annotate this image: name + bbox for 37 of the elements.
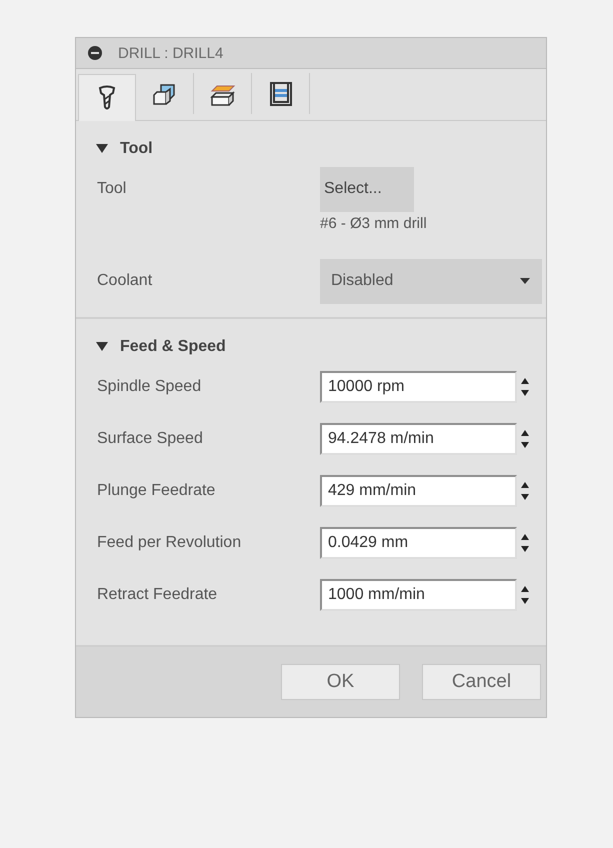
caret-icon (520, 278, 530, 284)
field-label: Plunge Feedrate (97, 482, 216, 500)
coolant-dropdown[interactable]: Disabled (320, 258, 542, 304)
spin-down-icon[interactable] (521, 442, 529, 448)
section-title: Feed & Speed (120, 338, 226, 356)
field-label: Coolant (97, 272, 154, 290)
expanded-triangle-icon[interactable] (96, 342, 108, 352)
spin-down-icon[interactable] (521, 494, 529, 500)
number-field[interactable]: 429 mm/min (320, 475, 517, 507)
tab[interactable] (78, 74, 136, 121)
spin-up-icon[interactable] (521, 482, 529, 488)
collapse-icon[interactable] (88, 46, 102, 60)
number-field[interactable]: 10000 rpm (320, 371, 517, 403)
spin-down-icon[interactable] (521, 546, 529, 552)
list-icon (268, 80, 292, 106)
field-label: Surface Speed (97, 430, 204, 448)
spin-up-icon[interactable] (521, 534, 529, 540)
tool-name: #6 - Ø3 mm drill (320, 215, 427, 232)
spin-up-icon[interactable] (521, 430, 529, 436)
spin-down-icon[interactable] (521, 390, 529, 396)
spin-down-icon[interactable] (521, 598, 529, 604)
number-field[interactable]: 94.2478 m/min (320, 423, 517, 455)
field-label: Feed per Revolution (97, 534, 242, 552)
expanded-triangle-icon[interactable] (96, 144, 108, 154)
ok-button[interactable]: OK (281, 664, 400, 700)
section-title: Tool (120, 140, 153, 158)
select-button[interactable]: Select... (320, 166, 414, 212)
spin-up-icon[interactable] (521, 586, 529, 592)
field-label: Tool (97, 180, 128, 198)
window-title: DRILL : DRILL4 (118, 44, 224, 62)
field-label: Spindle Speed (97, 378, 202, 396)
spin-up-icon[interactable] (521, 378, 529, 384)
cancel-button[interactable]: Cancel (422, 664, 541, 700)
field-label: Retract Feedrate (97, 586, 218, 604)
number-field[interactable]: 0.0429 mm (320, 527, 517, 559)
drill-bit-icon (97, 85, 117, 111)
number-field[interactable]: 1000 mm/min (320, 579, 517, 611)
